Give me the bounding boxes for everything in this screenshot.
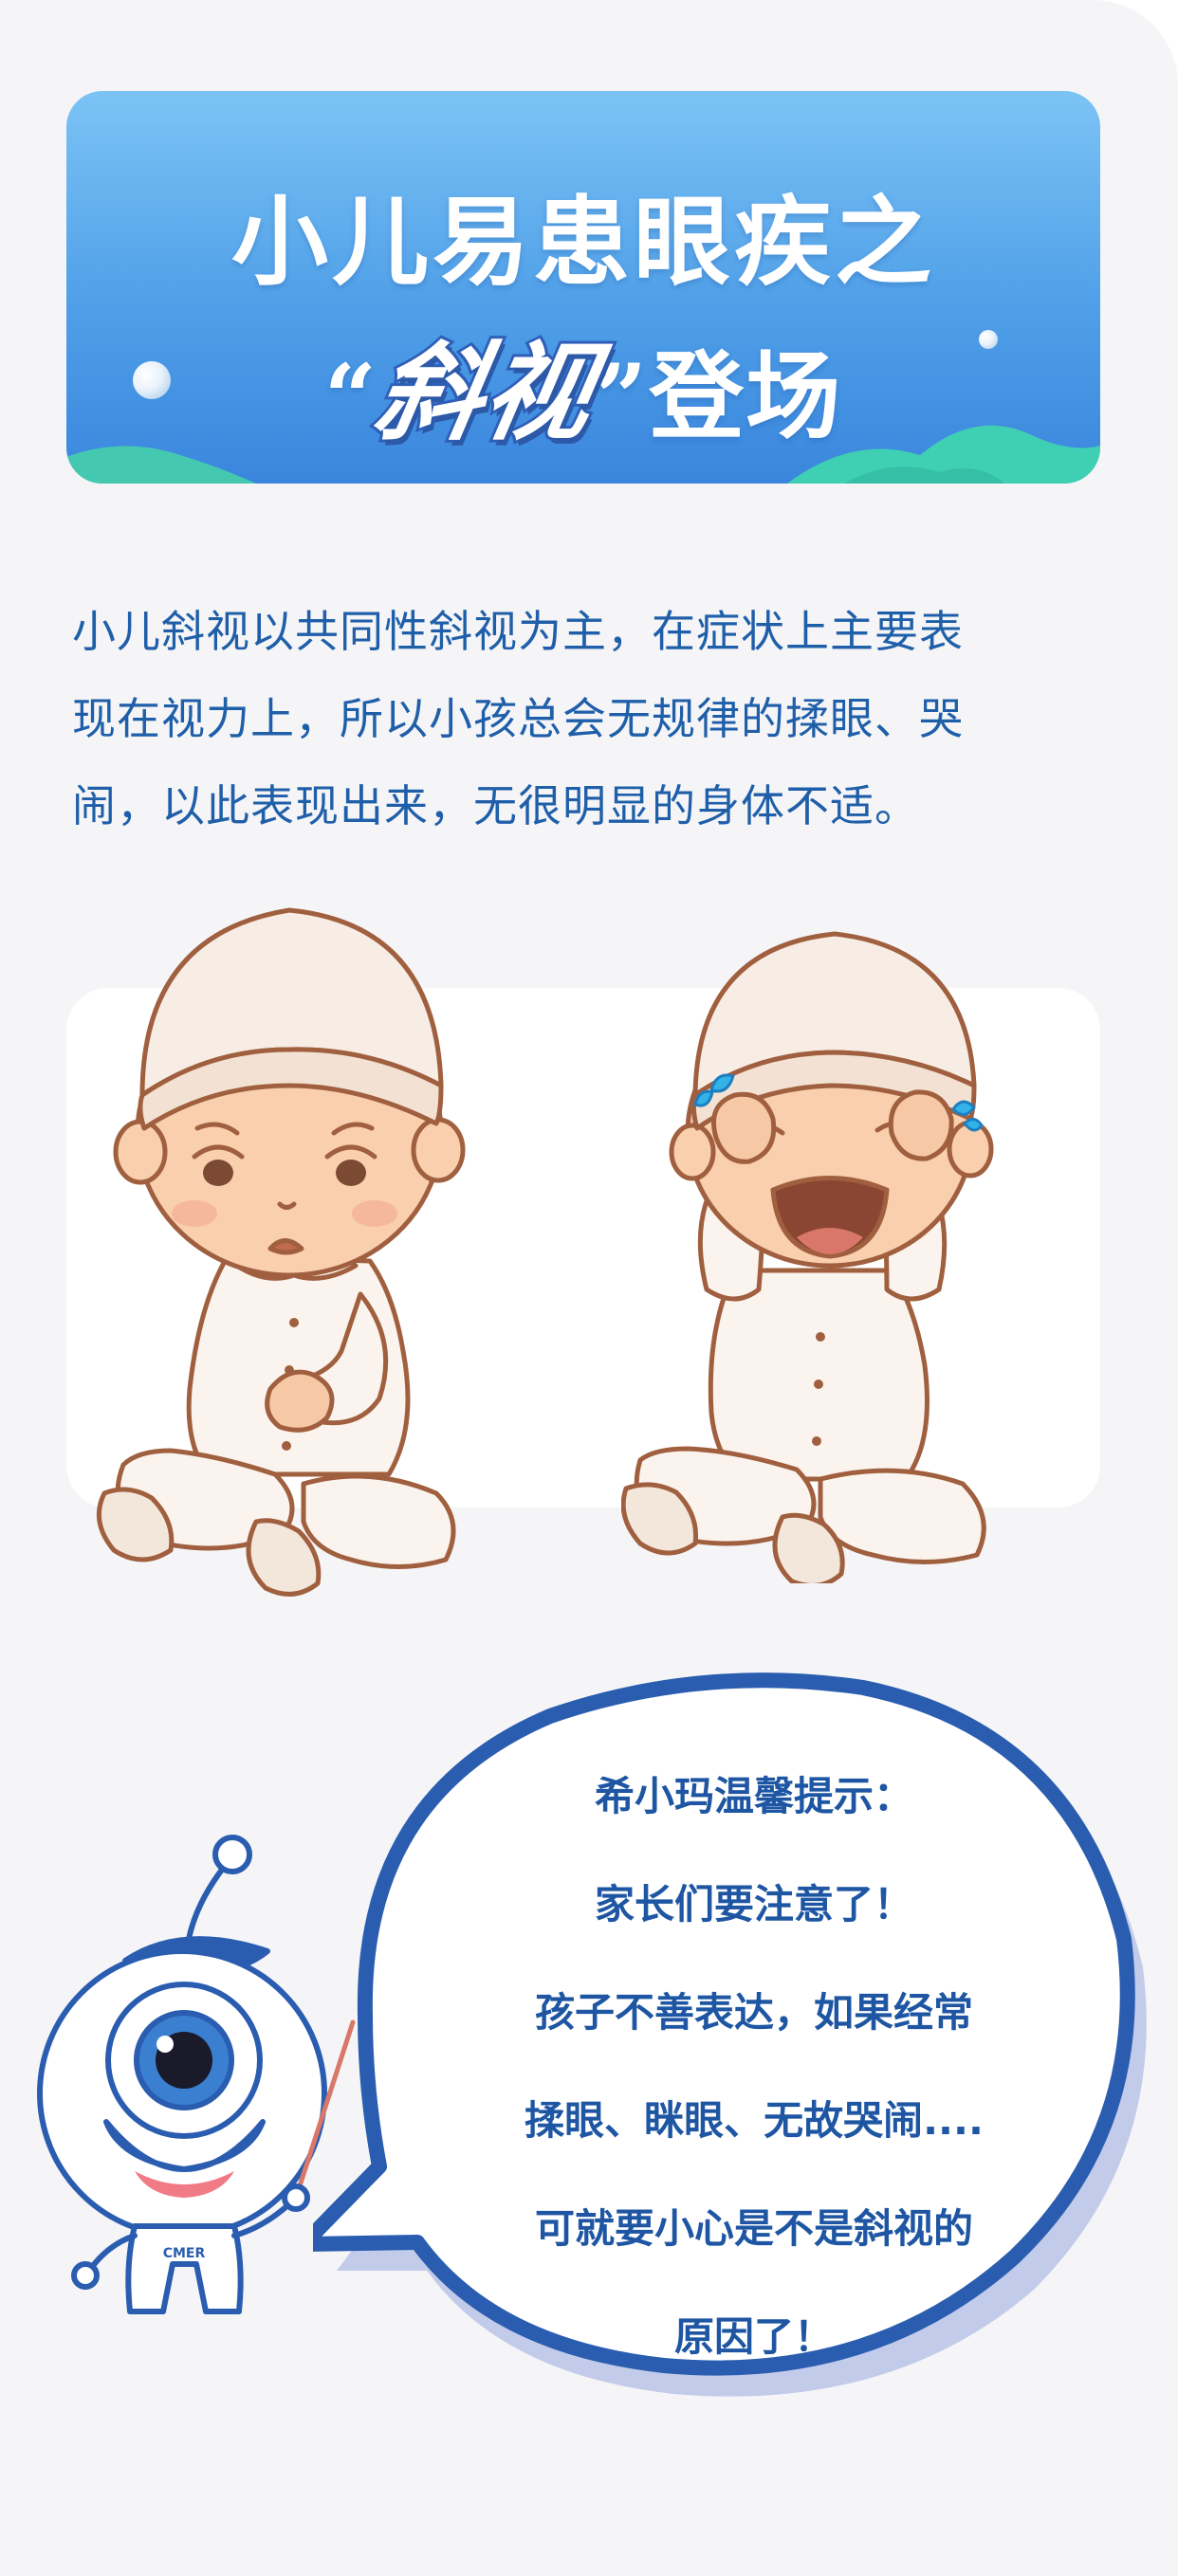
tips-line: 孩子不善表达，如果经常 [534, 1989, 973, 2036]
tips-line: 家长们要注意了！ [594, 1881, 913, 1927]
intro-paragraph: 小儿斜视以共同性斜视为主，在症状上主要表 现在视力上，所以小孩总会无规律的揉眼、… [72, 588, 1115, 850]
sad-baby-illustration [96, 907, 466, 1597]
tips-line: 原因了！ [673, 2313, 834, 2360]
eyeball-mascot: CMER [37, 1835, 356, 2314]
mascot-badge: CMER [163, 2246, 206, 2261]
infographic-page: 小儿易患眼疾之 “斜视”登场 小儿斜视以共同性斜视为主，在症状上主要表 现在视力… [0, 0, 1178, 2576]
intro-line: 闹，以此表现出来，无很明显的身体不适。 [72, 780, 919, 831]
tips-line: 可就要小心是不是斜视的 [534, 2205, 973, 2252]
page-title-line2: “斜视”登场 [66, 307, 1100, 461]
header-banner: 小儿易患眼疾之 “斜视”登场 [66, 91, 1100, 484]
tips-heading: 希小玛温馨提示： [594, 1773, 913, 1819]
quote-close: ” [595, 344, 650, 451]
title-tail: 登场 [649, 341, 843, 452]
title-emphasis: 斜视 [363, 329, 607, 458]
page-title-line1: 小儿易患眼疾之 [231, 187, 935, 300]
tips-line: 揉眼、眯眼、无故哭闹.... [525, 2097, 984, 2144]
tips-text: 希小玛温馨提示： 家长们要注意了！ 孩子不善表达，如果经常 揉眼、眯眼、无故哭闹… [446, 1743, 1062, 2391]
crying-baby-illustration [621, 931, 994, 1583]
intro-line: 小儿斜视以共同性斜视为主，在症状上主要表 [72, 606, 964, 657]
intro-line: 现在视力上，所以小孩总会无规律的揉眼、哭 [72, 693, 964, 744]
